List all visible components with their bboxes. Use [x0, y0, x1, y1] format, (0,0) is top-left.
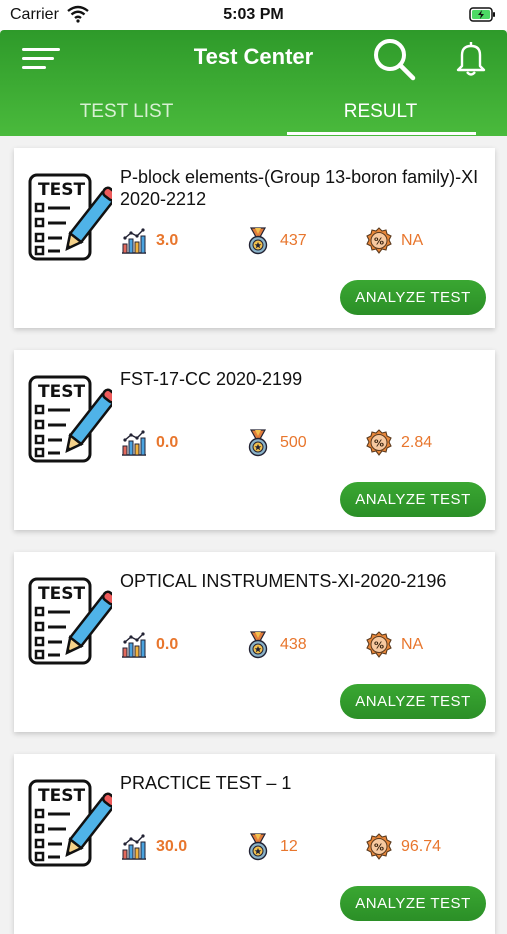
- tab-test-list[interactable]: TEST LIST: [0, 92, 253, 136]
- percent-value: NA: [401, 636, 424, 653]
- tab-result[interactable]: RESULT: [254, 92, 507, 136]
- marks-stat: 437: [244, 226, 307, 256]
- test-title: OPTICAL INSTRUMENTS-XI-2020-2196: [120, 571, 447, 591]
- test-result-card: P-block elements-(Group 13-boron family)…: [14, 148, 495, 328]
- percent-value: 96.74: [401, 838, 442, 855]
- marks-value: 437: [280, 232, 307, 249]
- medal-icon: [244, 631, 272, 659]
- test-sheet-icon: [26, 778, 112, 870]
- marks-stat: 12: [244, 832, 298, 862]
- test-result-card: FST-17-CC 2020-2199 0.0 500 2.84 ANALYZE…: [14, 350, 495, 530]
- marks-value: 438: [280, 636, 307, 653]
- percent-badge-icon: [365, 429, 393, 457]
- bar-chart-icon: [120, 631, 148, 659]
- rank-stat: 0.0: [120, 428, 178, 458]
- result-list[interactable]: P-block elements-(Group 13-boron family)…: [0, 136, 507, 934]
- marks-stat: 438: [244, 630, 307, 660]
- test-title: PRACTICE TEST – 1: [120, 773, 292, 793]
- percent-stat: NA: [365, 226, 423, 256]
- test-sheet-icon: [26, 172, 112, 264]
- marks-value: 500: [280, 434, 307, 451]
- percent-badge-icon: [365, 631, 393, 659]
- analyze-test-button[interactable]: ANALYZE TEST: [340, 886, 486, 921]
- test-result-card: OPTICAL INSTRUMENTS-XI-2020-2196 0.0 438…: [14, 552, 495, 732]
- test-title: FST-17-CC 2020-2199: [120, 369, 303, 389]
- marks-stat: 500: [244, 428, 307, 458]
- rank-value: 3.0: [156, 232, 179, 249]
- bar-chart-icon: [120, 833, 148, 861]
- active-tab-indicator: [287, 132, 476, 135]
- test-result-card: PRACTICE TEST – 1 30.0 12 96.74 ANALYZE …: [14, 754, 495, 934]
- rank-value: 30.0: [156, 838, 188, 855]
- percent-value: 2.84: [401, 434, 433, 451]
- percent-badge-icon: [365, 833, 393, 861]
- status-bar: Carrier 5:03 PM: [0, 0, 507, 30]
- rank-stat: 0.0: [120, 630, 178, 660]
- percent-value: NA: [401, 232, 424, 249]
- medal-icon: [244, 429, 272, 457]
- test-sheet-icon: [26, 374, 112, 466]
- rank-stat: 30.0: [120, 832, 187, 862]
- search-icon[interactable]: [371, 36, 417, 82]
- percent-stat: 96.74: [365, 832, 441, 862]
- percent-badge-icon: [365, 227, 393, 255]
- bell-icon[interactable]: [455, 39, 487, 77]
- analyze-test-button[interactable]: ANALYZE TEST: [340, 482, 486, 517]
- marks-value: 12: [280, 838, 298, 855]
- analyze-test-button[interactable]: ANALYZE TEST: [340, 280, 486, 315]
- clock: 5:03 PM: [223, 6, 284, 23]
- bar-chart-icon: [120, 227, 148, 255]
- rank-value: 0.0: [156, 636, 179, 653]
- bar-chart-icon: [120, 429, 148, 457]
- test-sheet-icon: [26, 576, 112, 668]
- medal-icon: [244, 833, 272, 861]
- percent-stat: NA: [365, 630, 423, 660]
- test-title: P-block elements-(Group 13-boron family)…: [120, 167, 479, 209]
- percent-stat: 2.84: [365, 428, 432, 458]
- battery-icon: [469, 7, 495, 22]
- app-header: Test Center TEST LIST RESULT: [0, 30, 507, 136]
- analyze-test-button[interactable]: ANALYZE TEST: [340, 684, 486, 719]
- rank-stat: 3.0: [120, 226, 178, 256]
- rank-value: 0.0: [156, 434, 179, 451]
- medal-icon: [244, 227, 272, 255]
- page-title: Test Center: [193, 44, 314, 69]
